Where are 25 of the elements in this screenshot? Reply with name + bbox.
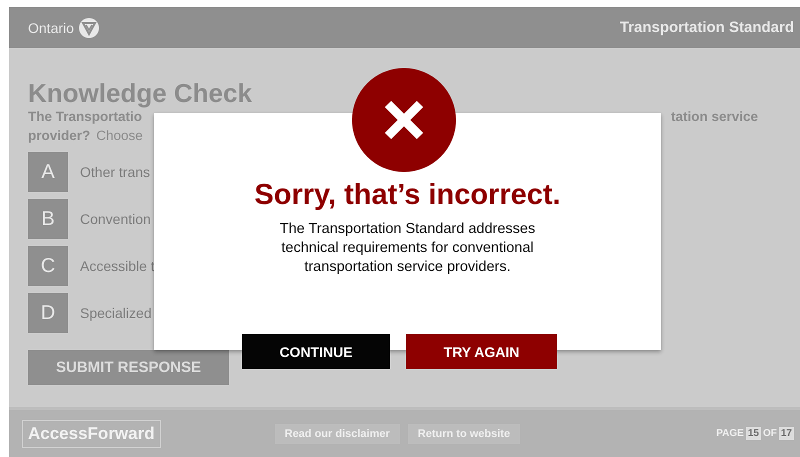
option-letter-button[interactable]: C [28,246,68,286]
continue-button[interactable]: CONTINUE [242,334,390,369]
submit-button[interactable]: SUBMIT RESPONSE [28,350,229,385]
option-text[interactable]: Specialized [80,305,152,321]
option-letter-button[interactable]: B [28,199,68,239]
page-label: PAGE [716,428,744,439]
option-text[interactable]: Other trans [80,164,150,180]
option-letter-button[interactable]: D [28,293,68,333]
question-text: provider? [28,128,90,143]
course-title: Transportation Standard [620,19,794,36]
dialog-title: Sorry, that’s incorrect. [254,179,561,212]
page-total: 17 [778,427,794,440]
dialog-message: The Transportation Standard addresses technical requirements for conventional transportation service providers. [278,220,536,277]
instruction-text: Choose [96,128,143,143]
try-again-button[interactable]: TRY AGAIN [406,334,557,369]
question-text: tation service [670,109,758,124]
option-text[interactable]: Convention [80,211,151,227]
option-letter-button[interactable]: A [28,152,68,192]
page-label: OF [762,428,777,439]
brand-name: Ontario [28,20,74,36]
page-number: 15 [746,427,761,440]
footer-logo[interactable]: AccessForward [22,420,161,448]
trillium-logo-icon [78,18,99,38]
question-text: The Transportatio [28,109,142,124]
page-title: Knowledge Check [28,78,253,108]
